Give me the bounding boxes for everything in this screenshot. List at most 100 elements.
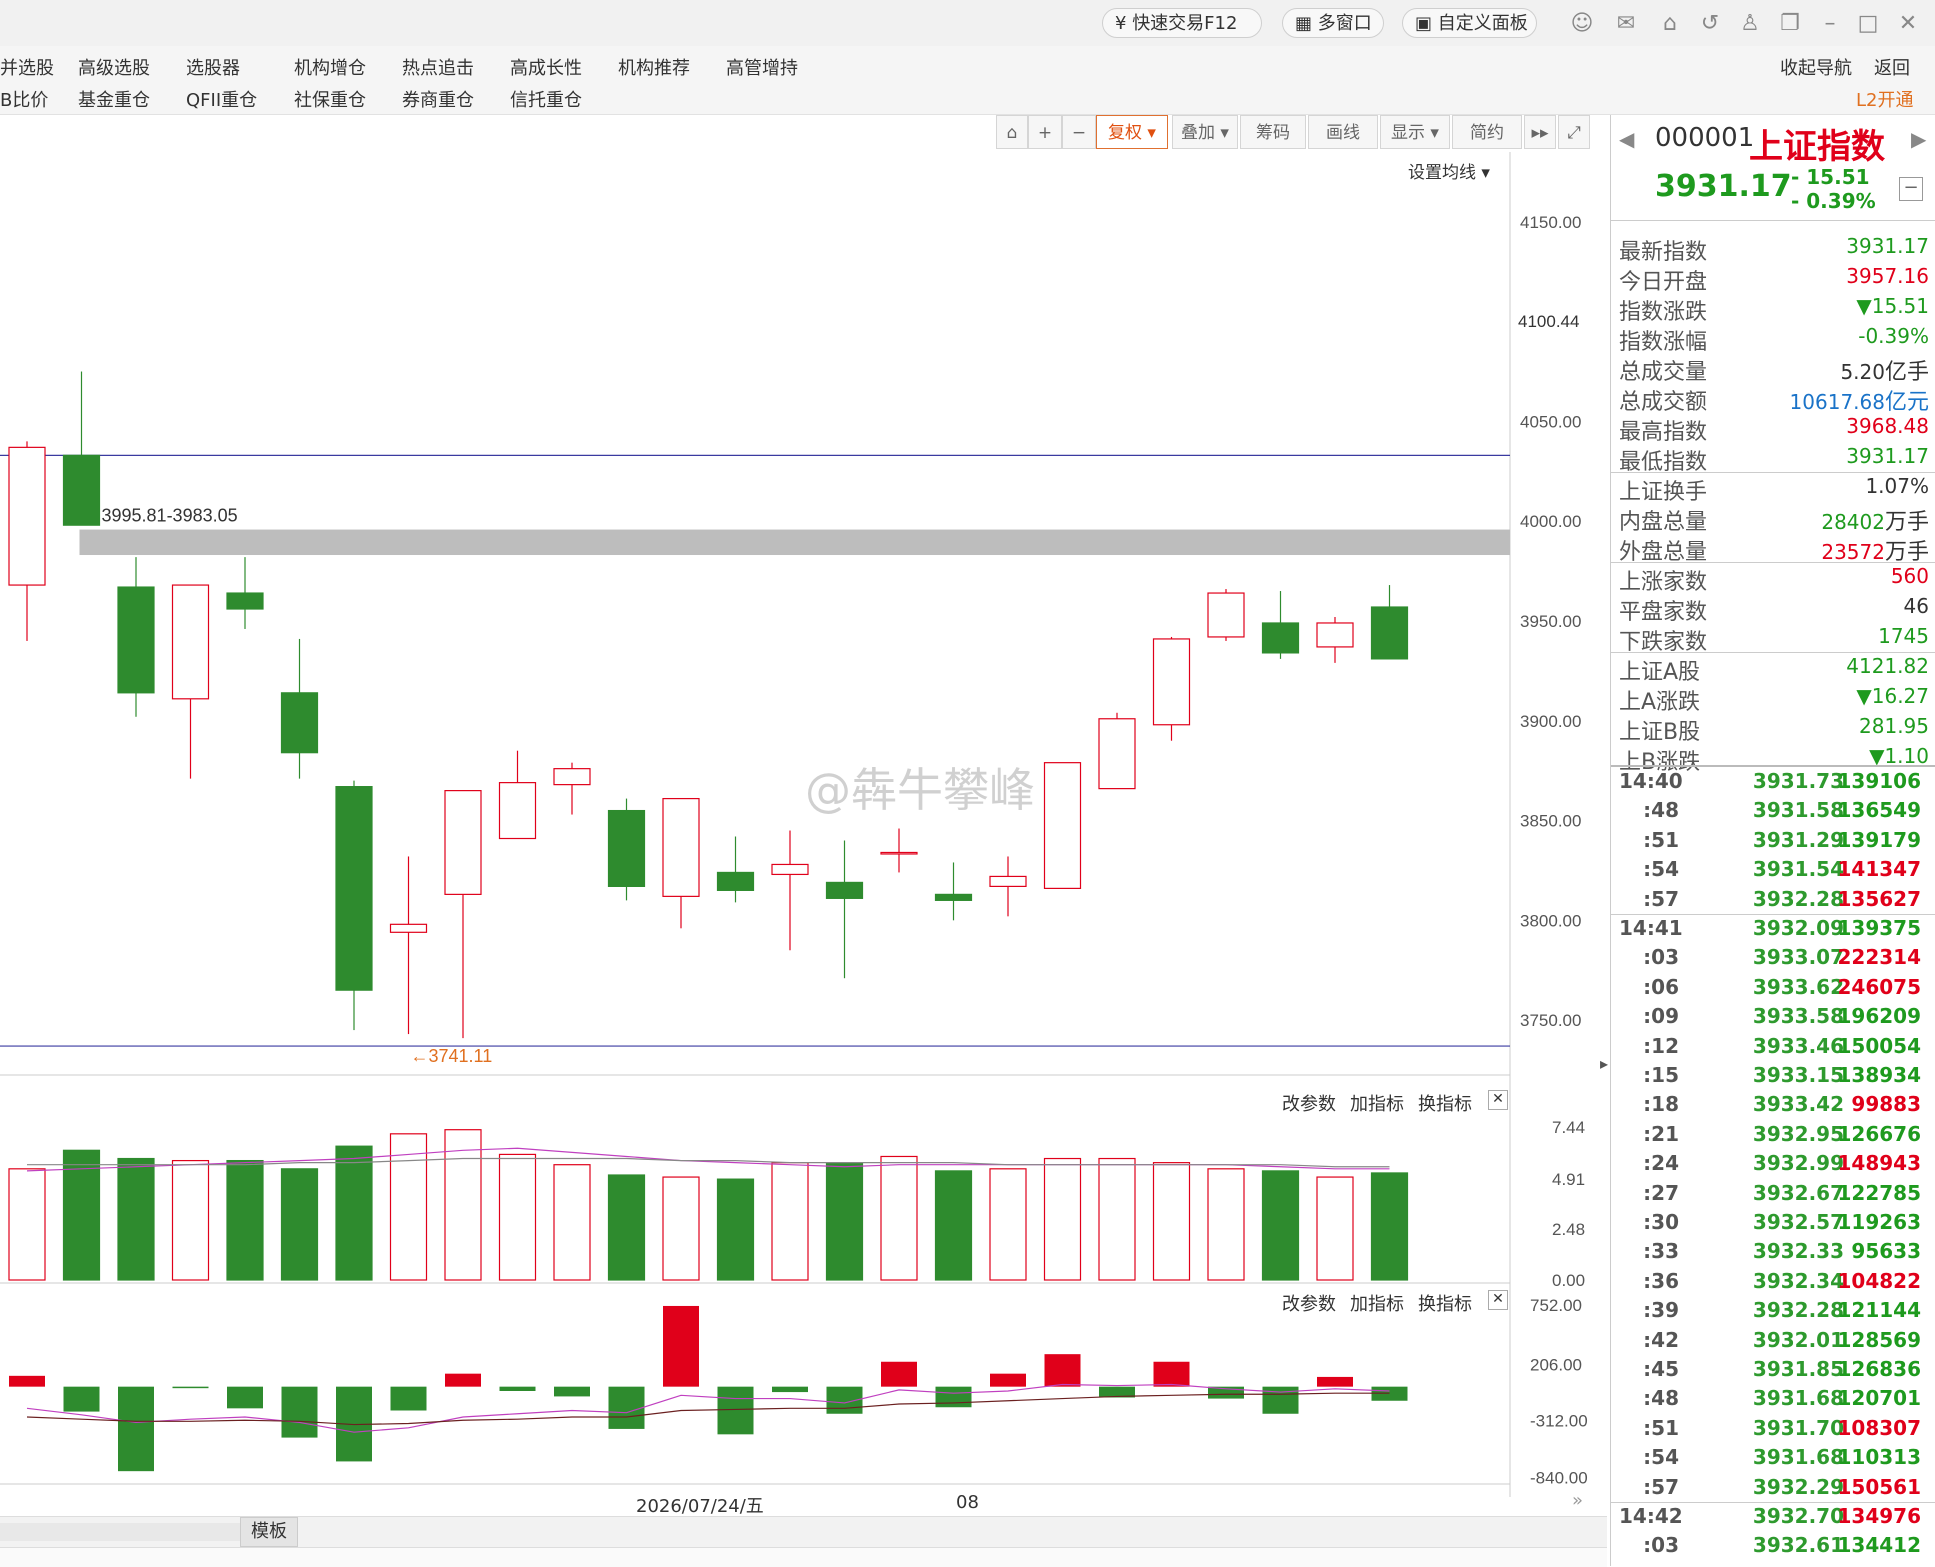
tick-time: :51 [1643, 1415, 1679, 1440]
undo-icon[interactable]: ↺ [1698, 12, 1722, 36]
change-params-button[interactable]: 改参数 [1282, 1090, 1336, 1116]
stat-value: 3931.17 [1846, 444, 1929, 469]
stat-row: 上涨家数 560 [1619, 564, 1929, 595]
tick-time: :54 [1643, 1445, 1679, 1470]
candle-body [934, 893, 973, 901]
tick-time: :36 [1643, 1268, 1679, 1293]
add-indicator-button[interactable]: 加指标 [1350, 1090, 1404, 1116]
stat-number: 281.95 [1859, 714, 1929, 738]
stat-label: 指数涨幅 [1619, 330, 1708, 355]
tick-volume: 139179 [1837, 827, 1922, 852]
indicator-bar [1153, 1361, 1190, 1387]
prev-stock-icon[interactable]: ◀ [1619, 127, 1634, 151]
candle-body [989, 875, 1027, 888]
minimize-icon[interactable]: – [1818, 12, 1842, 36]
collapse-nav-link[interactable]: 收起导航 [1780, 54, 1852, 80]
home-icon[interactable]: ⌂ [1658, 12, 1682, 36]
tick-price: 3931.68 [1752, 1445, 1844, 1470]
volume-bar [989, 1168, 1027, 1281]
indicator-bar [63, 1386, 100, 1412]
y-tick-label: 752.00 [1530, 1296, 1582, 1315]
tick-row: :03 3933.07 222314 [1619, 945, 1929, 974]
l2-open-link[interactable]: L2开通 [1856, 86, 1913, 112]
tick-volume: 119263 [1837, 1210, 1922, 1234]
indicator-bar [281, 1386, 318, 1438]
close-panel-icon[interactable]: ✕ [1488, 1090, 1508, 1110]
collapse-icon[interactable]: − [1899, 177, 1923, 201]
tick-price: 3933.46 [1752, 1033, 1844, 1058]
change-params-button[interactable]: 改参数 [1282, 1290, 1336, 1316]
stat-unit: 亿手 [1884, 360, 1929, 385]
volume-bar [1098, 1157, 1136, 1281]
indicator-bar [1262, 1386, 1299, 1414]
tick-volume: 108307 [1837, 1415, 1922, 1440]
back-link[interactable]: 返回 [1874, 54, 1910, 80]
stat-row: 最高指数 3968.48 [1619, 414, 1929, 445]
tick-price: 3931.68 [1752, 1386, 1844, 1411]
tick-price: 3931.85 [1752, 1357, 1844, 1381]
candle-body [8, 446, 46, 586]
tick-price: 3932.57 [1752, 1210, 1844, 1234]
tick-price: 3931.29 [1752, 827, 1844, 852]
mail-icon[interactable]: ✉ [1614, 12, 1638, 36]
stat-value: 1745 [1878, 624, 1929, 649]
template-button[interactable]: 模板 [240, 1517, 298, 1547]
tick-time: :30 [1643, 1210, 1679, 1234]
set-ma-button[interactable]: 设置均线 ▾ [1408, 158, 1490, 183]
tick-volume: 99883 [1851, 1092, 1921, 1117]
candle-body [117, 586, 155, 694]
indicator-bar [717, 1386, 754, 1435]
x-axis-date-label: 2026/07/24/五 [636, 1496, 764, 1517]
volume-bar [1152, 1162, 1191, 1281]
tick-volume: 134976 [1837, 1504, 1922, 1528]
tick-time: :03 [1643, 1533, 1679, 1558]
restore-window-icon[interactable]: ❐ [1778, 12, 1802, 36]
candle-body [607, 809, 646, 888]
stat-value: 560 [1891, 564, 1929, 589]
y-tick-label: 7.44 [1552, 1118, 1585, 1137]
maximize-icon[interactable]: □ [1856, 12, 1880, 36]
add-indicator-button[interactable]: 加指标 [1350, 1290, 1404, 1316]
stat-number: 3968.48 [1846, 414, 1929, 438]
stat-number: 4121.82 [1846, 654, 1929, 678]
stat-label: 今日开盘 [1619, 270, 1708, 295]
tick-time: :57 [1643, 1474, 1679, 1499]
candle-body [662, 797, 700, 897]
stat-value: 10617.68亿元 [1790, 384, 1929, 416]
volume-bar [880, 1155, 918, 1281]
switch-indicator-button[interactable]: 换指标 [1418, 1290, 1472, 1316]
scrollbar[interactable] [0, 1523, 240, 1541]
stat-number: 28402 [1821, 510, 1885, 534]
scroll-right-icon[interactable]: » [1572, 1490, 1583, 1511]
close-icon[interactable]: ✕ [1896, 12, 1920, 36]
splitter[interactable] [0, 1547, 1607, 1567]
stat-number: 3931.17 [1846, 234, 1929, 258]
tick-volume: 110313 [1837, 1445, 1922, 1470]
stat-row: 指数涨跌 ▼15.51 [1619, 294, 1929, 325]
stat-row: 总成交额 10617.68亿元 [1619, 384, 1929, 416]
tick-price: 3932.28 [1752, 886, 1844, 911]
shirt-icon[interactable]: ♙ [1738, 12, 1762, 36]
tick-time: :09 [1643, 1004, 1679, 1029]
tick-row: :06 3933.62 246075 [1619, 975, 1929, 1004]
volume-bar [662, 1176, 700, 1281]
candle-body [171, 584, 210, 700]
stat-row: 内盘总量 28402万手 [1619, 504, 1929, 535]
tick-time: :18 [1643, 1092, 1679, 1117]
close-panel-icon[interactable]: ✕ [1488, 1290, 1508, 1310]
volume-bar [171, 1159, 210, 1281]
y-tick-label: 4050.00 [1520, 412, 1581, 431]
stat-row: 上证换手 1.07% [1619, 474, 1929, 505]
candle-body [553, 768, 591, 786]
stat-row: 上A涨跌 ▼16.27 [1619, 684, 1929, 715]
volume-bar [335, 1145, 373, 1281]
tick-price: 3933.15 [1752, 1063, 1844, 1087]
candle-body [1098, 718, 1136, 790]
next-stock-icon[interactable]: ▶ [1911, 127, 1926, 151]
stat-unit: 亿元 [1884, 390, 1929, 415]
switch-indicator-button[interactable]: 换指标 [1418, 1090, 1472, 1116]
tick-volume: 121144 [1837, 1298, 1922, 1323]
tick-time: :57 [1643, 886, 1679, 911]
tick-price: 3933.58 [1752, 1004, 1844, 1029]
panel-toggle-icon[interactable]: ▸ [1600, 1054, 1610, 1094]
